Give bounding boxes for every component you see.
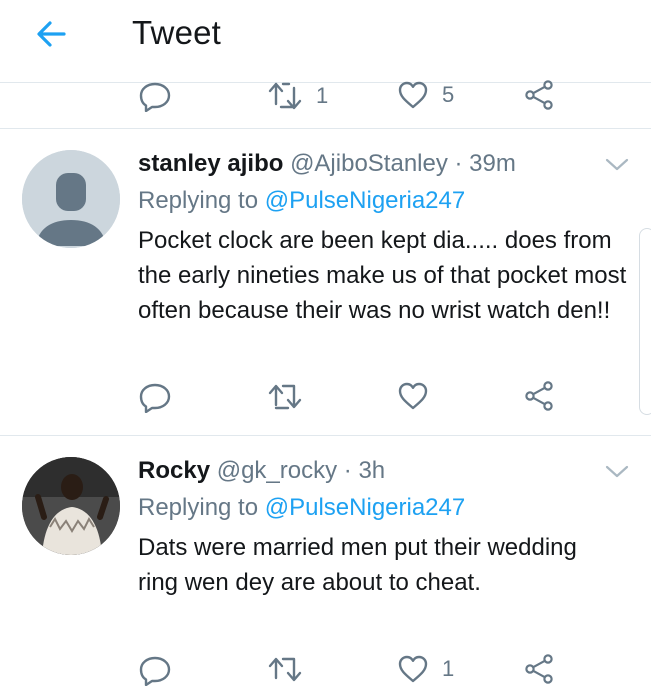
profile-photo <box>22 457 120 555</box>
reply-tweet[interactable]: Rocky @gk_rocky · 3h Replying to @PulseN… <box>0 436 651 686</box>
share-icon <box>525 654 553 684</box>
user-handle[interactable]: @gk_rocky <box>217 457 337 484</box>
share-icon <box>525 381 553 411</box>
like-button[interactable]: 1 <box>398 654 454 684</box>
replying-to: Replying to @PulseNigeria247 <box>138 494 465 522</box>
share-button[interactable] <box>524 654 554 684</box>
like-count: 5 <box>442 82 455 107</box>
like-button[interactable] <box>398 381 428 411</box>
page-title: Tweet <box>132 14 222 51</box>
avatar[interactable] <box>22 150 120 248</box>
timestamp: · 39m <box>454 150 516 177</box>
retweet-button[interactable] <box>268 381 302 413</box>
retweet-button[interactable]: 1 <box>268 80 328 112</box>
reply-icon <box>139 656 171 686</box>
reply-icon <box>139 383 171 413</box>
tweet-actions <box>0 381 651 421</box>
replying-handle-link[interactable]: @PulseNigeria247 <box>265 494 465 521</box>
scrollbar[interactable] <box>639 228 651 415</box>
chevron-down-icon[interactable] <box>604 464 630 480</box>
like-count: 1 <box>442 656 455 681</box>
display-name[interactable]: Rocky <box>138 457 210 484</box>
retweet-count: 1 <box>316 83 329 108</box>
avatar[interactable] <box>22 457 120 555</box>
top-tweet-actions: 1 5 <box>0 80 651 120</box>
user-handle[interactable]: @AjiboStanley <box>290 150 448 177</box>
top-bar: Tweet <box>0 0 651 83</box>
replying-handle-link[interactable]: @PulseNigeria247 <box>265 187 465 214</box>
retweet-button[interactable] <box>268 654 302 686</box>
retweet-icon <box>268 657 302 682</box>
like-icon <box>398 655 428 683</box>
like-icon <box>398 382 428 410</box>
share-icon <box>525 80 553 110</box>
back-arrow-icon[interactable] <box>34 18 70 50</box>
share-button[interactable] <box>524 80 554 110</box>
reply-button[interactable] <box>138 654 172 686</box>
tweet-actions: 1 <box>0 654 651 694</box>
retweet-icon <box>268 82 302 110</box>
chevron-down-icon[interactable] <box>604 157 630 173</box>
reply-button[interactable] <box>138 381 172 413</box>
replying-to: Replying to @PulseNigeria247 <box>138 187 465 215</box>
reply-tweet[interactable]: stanley ajibo @AjiboStanley · 39m Replyi… <box>0 129 651 435</box>
reply-button[interactable] <box>138 80 172 112</box>
like-button[interactable]: 5 <box>398 80 454 110</box>
timestamp: · 3h <box>343 457 386 484</box>
share-button[interactable] <box>524 381 554 411</box>
retweet-icon <box>268 384 302 410</box>
replying-prefix: Replying to <box>138 494 259 521</box>
tweet-text: Dats were married men put their wedding … <box>138 534 577 596</box>
replying-prefix: Replying to <box>138 187 259 214</box>
default-profile-icon <box>22 150 120 248</box>
display-name[interactable]: stanley ajibo <box>138 150 283 177</box>
reply-icon <box>139 82 171 112</box>
like-icon <box>398 81 428 109</box>
tweet-text: Pocket clock are been kept dia..... does… <box>138 227 627 324</box>
